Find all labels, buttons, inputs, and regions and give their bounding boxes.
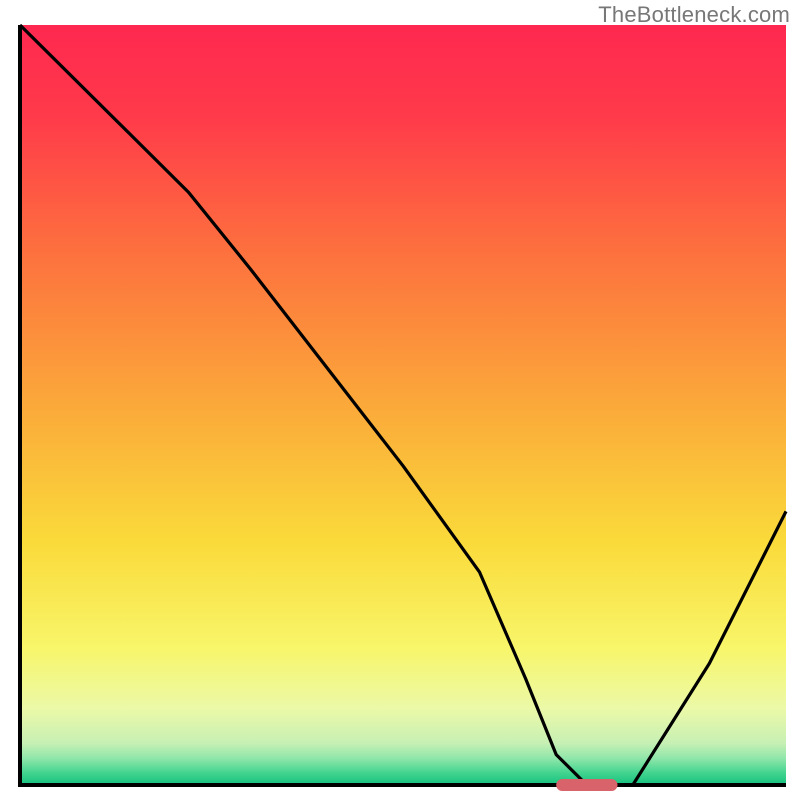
optimal-range-marker: [556, 779, 617, 791]
watermark-text: TheBottleneck.com: [598, 2, 790, 28]
bottleneck-chart: [0, 0, 800, 800]
chart-container: TheBottleneck.com: [0, 0, 800, 800]
